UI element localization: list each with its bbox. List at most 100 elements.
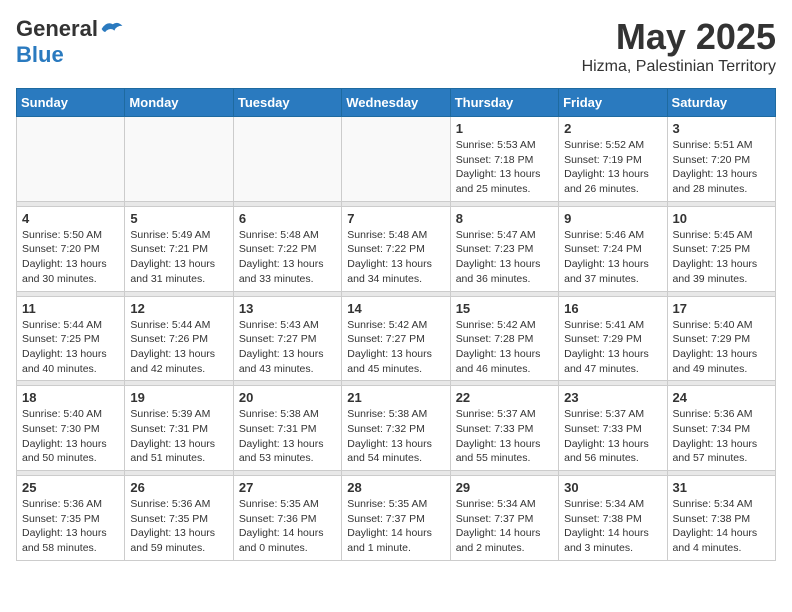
day-number: 1 bbox=[456, 121, 553, 136]
day-info: Sunrise: 5:36 AM Sunset: 7:35 PM Dayligh… bbox=[22, 497, 119, 556]
calendar-day-cell: 4 Sunrise: 5:50 AM Sunset: 7:20 PM Daylig… bbox=[17, 206, 125, 291]
calendar-day-cell: 17Sunrise: 5:40 AM Sunset: 7:29 PM Dayli… bbox=[667, 296, 775, 381]
day-info: Sunrise: 5:37 AM Sunset: 7:33 PM Dayligh… bbox=[456, 407, 553, 466]
day-info: Sunrise: 5:37 AM Sunset: 7:33 PM Dayligh… bbox=[564, 407, 661, 466]
header-wednesday: Wednesday bbox=[342, 89, 450, 117]
calendar-day-cell: 5Sunrise: 5:49 AM Sunset: 7:21 PM Daylig… bbox=[125, 206, 233, 291]
calendar-day-cell: 13 Sunrise: 5:43 AM Sunset: 7:27 PM Dayli… bbox=[233, 296, 341, 381]
day-info: Sunrise: 5:47 AM Sunset: 7:23 PM Dayligh… bbox=[456, 228, 553, 287]
calendar-day-cell: 16 Sunrise: 5:41 AM Sunset: 7:29 PM Dayli… bbox=[559, 296, 667, 381]
calendar-week-3: 11 Sunrise: 5:44 AM Sunset: 7:25 PM Dayli… bbox=[17, 296, 776, 381]
day-info: Sunrise: 5:43 AM Sunset: 7:27 PM Dayligh… bbox=[239, 318, 336, 377]
calendar-day-cell: 6 Sunrise: 5:48 AM Sunset: 7:22 PM Daylig… bbox=[233, 206, 341, 291]
calendar-day-cell bbox=[233, 117, 341, 202]
day-number: 6 bbox=[239, 211, 336, 226]
day-info: Sunrise: 5:40 AM Sunset: 7:29 PM Dayligh… bbox=[673, 318, 770, 377]
calendar-day-cell: 14 Sunrise: 5:42 AM Sunset: 7:27 PM Dayli… bbox=[342, 296, 450, 381]
logo-bird-icon bbox=[100, 19, 124, 39]
day-info: Sunrise: 5:48 AM Sunset: 7:22 PM Dayligh… bbox=[239, 228, 336, 287]
day-number: 18 bbox=[22, 390, 119, 405]
calendar-week-4: 18Sunrise: 5:40 AM Sunset: 7:30 PM Dayli… bbox=[17, 386, 776, 471]
day-info: Sunrise: 5:38 AM Sunset: 7:31 PM Dayligh… bbox=[239, 407, 336, 466]
header-friday: Friday bbox=[559, 89, 667, 117]
month-title: May 2025 bbox=[582, 16, 776, 58]
calendar-day-cell: 9 Sunrise: 5:46 AM Sunset: 7:24 PM Daylig… bbox=[559, 206, 667, 291]
day-number: 3 bbox=[673, 121, 770, 136]
calendar-day-cell bbox=[342, 117, 450, 202]
calendar-day-cell: 30 Sunrise: 5:34 AM Sunset: 7:38 PM Dayli… bbox=[559, 476, 667, 561]
logo-general-text: General bbox=[16, 16, 98, 42]
day-info: Sunrise: 5:34 AM Sunset: 7:37 PM Dayligh… bbox=[456, 497, 553, 556]
day-number: 15 bbox=[456, 301, 553, 316]
calendar-day-cell bbox=[17, 117, 125, 202]
day-info: Sunrise: 5:50 AM Sunset: 7:20 PM Dayligh… bbox=[22, 228, 119, 287]
day-number: 8 bbox=[456, 211, 553, 226]
day-info: Sunrise: 5:45 AM Sunset: 7:25 PM Dayligh… bbox=[673, 228, 770, 287]
day-info: Sunrise: 5:35 AM Sunset: 7:36 PM Dayligh… bbox=[239, 497, 336, 556]
calendar-day-cell: 12 Sunrise: 5:44 AM Sunset: 7:26 PM Dayli… bbox=[125, 296, 233, 381]
day-number: 2 bbox=[564, 121, 661, 136]
day-number: 21 bbox=[347, 390, 444, 405]
day-info: Sunrise: 5:48 AM Sunset: 7:22 PM Dayligh… bbox=[347, 228, 444, 287]
header-sunday: Sunday bbox=[17, 89, 125, 117]
day-info: Sunrise: 5:49 AM Sunset: 7:21 PM Dayligh… bbox=[130, 228, 227, 287]
day-info: Sunrise: 5:34 AM Sunset: 7:38 PM Dayligh… bbox=[564, 497, 661, 556]
calendar-day-cell: 28Sunrise: 5:35 AM Sunset: 7:37 PM Dayli… bbox=[342, 476, 450, 561]
calendar-day-cell: 27 Sunrise: 5:35 AM Sunset: 7:36 PM Dayli… bbox=[233, 476, 341, 561]
logo-blue-text: Blue bbox=[16, 42, 64, 68]
calendar-day-cell: 3Sunrise: 5:51 AM Sunset: 7:20 PM Daylig… bbox=[667, 117, 775, 202]
header-saturday: Saturday bbox=[667, 89, 775, 117]
calendar-day-cell: 21 Sunrise: 5:38 AM Sunset: 7:32 PM Dayli… bbox=[342, 386, 450, 471]
day-number: 7 bbox=[347, 211, 444, 226]
calendar-day-cell: 7 Sunrise: 5:48 AM Sunset: 7:22 PM Daylig… bbox=[342, 206, 450, 291]
day-number: 9 bbox=[564, 211, 661, 226]
calendar-week-1: 1Sunrise: 5:53 AM Sunset: 7:18 PM Daylig… bbox=[17, 117, 776, 202]
calendar-day-cell: 24 Sunrise: 5:36 AM Sunset: 7:34 PM Dayli… bbox=[667, 386, 775, 471]
day-number: 16 bbox=[564, 301, 661, 316]
day-info: Sunrise: 5:42 AM Sunset: 7:27 PM Dayligh… bbox=[347, 318, 444, 377]
day-number: 13 bbox=[239, 301, 336, 316]
title-section: May 2025 Hizma, Palestinian Territory bbox=[582, 16, 776, 76]
day-info: Sunrise: 5:44 AM Sunset: 7:26 PM Dayligh… bbox=[130, 318, 227, 377]
calendar-day-cell: 20 Sunrise: 5:38 AM Sunset: 7:31 PM Dayli… bbox=[233, 386, 341, 471]
day-number: 12 bbox=[130, 301, 227, 316]
calendar-day-cell: 29Sunrise: 5:34 AM Sunset: 7:37 PM Dayli… bbox=[450, 476, 558, 561]
day-number: 14 bbox=[347, 301, 444, 316]
calendar-day-cell: 31Sunrise: 5:34 AM Sunset: 7:38 PM Dayli… bbox=[667, 476, 775, 561]
day-info: Sunrise: 5:38 AM Sunset: 7:32 PM Dayligh… bbox=[347, 407, 444, 466]
day-number: 20 bbox=[239, 390, 336, 405]
day-info: Sunrise: 5:42 AM Sunset: 7:28 PM Dayligh… bbox=[456, 318, 553, 377]
day-info: Sunrise: 5:36 AM Sunset: 7:35 PM Dayligh… bbox=[130, 497, 227, 556]
calendar-day-cell: 23 Sunrise: 5:37 AM Sunset: 7:33 PM Dayli… bbox=[559, 386, 667, 471]
calendar-day-cell: 11 Sunrise: 5:44 AM Sunset: 7:25 PM Dayli… bbox=[17, 296, 125, 381]
header-monday: Monday bbox=[125, 89, 233, 117]
calendar-day-cell: 2 Sunrise: 5:52 AM Sunset: 7:19 PM Daylig… bbox=[559, 117, 667, 202]
day-info: Sunrise: 5:39 AM Sunset: 7:31 PM Dayligh… bbox=[130, 407, 227, 466]
day-number: 19 bbox=[130, 390, 227, 405]
calendar-day-cell: 25Sunrise: 5:36 AM Sunset: 7:35 PM Dayli… bbox=[17, 476, 125, 561]
day-number: 4 bbox=[22, 211, 119, 226]
day-info: Sunrise: 5:34 AM Sunset: 7:38 PM Dayligh… bbox=[673, 497, 770, 556]
day-info: Sunrise: 5:46 AM Sunset: 7:24 PM Dayligh… bbox=[564, 228, 661, 287]
calendar-week-2: 4 Sunrise: 5:50 AM Sunset: 7:20 PM Daylig… bbox=[17, 206, 776, 291]
day-info: Sunrise: 5:36 AM Sunset: 7:34 PM Dayligh… bbox=[673, 407, 770, 466]
calendar-day-cell: 19 Sunrise: 5:39 AM Sunset: 7:31 PM Dayli… bbox=[125, 386, 233, 471]
calendar-day-cell: 10Sunrise: 5:45 AM Sunset: 7:25 PM Dayli… bbox=[667, 206, 775, 291]
day-number: 27 bbox=[239, 480, 336, 495]
day-info: Sunrise: 5:41 AM Sunset: 7:29 PM Dayligh… bbox=[564, 318, 661, 377]
calendar-day-cell: 8 Sunrise: 5:47 AM Sunset: 7:23 PM Daylig… bbox=[450, 206, 558, 291]
header-tuesday: Tuesday bbox=[233, 89, 341, 117]
day-number: 22 bbox=[456, 390, 553, 405]
day-number: 24 bbox=[673, 390, 770, 405]
calendar-day-cell: 15 Sunrise: 5:42 AM Sunset: 7:28 PM Dayli… bbox=[450, 296, 558, 381]
day-number: 30 bbox=[564, 480, 661, 495]
calendar-day-cell: 26Sunrise: 5:36 AM Sunset: 7:35 PM Dayli… bbox=[125, 476, 233, 561]
day-number: 23 bbox=[564, 390, 661, 405]
page-header: General Blue May 2025 Hizma, Palestinian… bbox=[16, 16, 776, 76]
day-number: 11 bbox=[22, 301, 119, 316]
calendar-week-5: 25Sunrise: 5:36 AM Sunset: 7:35 PM Dayli… bbox=[17, 476, 776, 561]
calendar-day-cell: 18Sunrise: 5:40 AM Sunset: 7:30 PM Dayli… bbox=[17, 386, 125, 471]
day-info: Sunrise: 5:44 AM Sunset: 7:25 PM Dayligh… bbox=[22, 318, 119, 377]
day-info: Sunrise: 5:52 AM Sunset: 7:19 PM Dayligh… bbox=[564, 138, 661, 197]
logo: General Blue bbox=[16, 16, 124, 68]
